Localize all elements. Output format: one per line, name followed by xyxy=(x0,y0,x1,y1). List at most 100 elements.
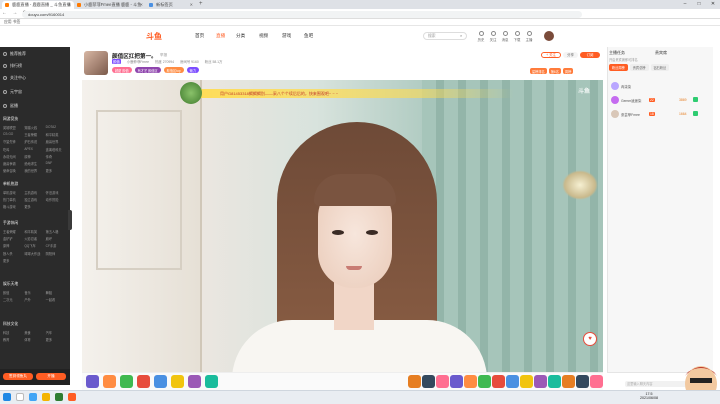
sidebar-item-shark[interactable]: 鲨播 xyxy=(3,103,18,109)
sidebar-category-link[interactable]: 更多 xyxy=(46,337,67,342)
gift-icon[interactable] xyxy=(86,375,99,388)
sidebar-category-link[interactable]: 和平精英 xyxy=(24,229,45,234)
task-view-icon[interactable] xyxy=(29,393,37,401)
sidebar-category-link[interactable]: 二次元 xyxy=(3,297,24,302)
history-icon[interactable]: 历史 xyxy=(476,31,486,42)
nav-category[interactable]: 分类 xyxy=(236,33,245,39)
sidebar-category-link[interactable]: CS:GO xyxy=(3,132,24,137)
chat-input[interactable]: 这里输入聊天内容 xyxy=(625,381,687,387)
sidebar-category-link[interactable]: 第五人格 xyxy=(46,229,67,234)
tab-diamond-fans[interactable]: 钻石粉丝 xyxy=(650,64,670,71)
minimize-icon[interactable]: – xyxy=(678,0,692,9)
sidebar-category-link[interactable]: 崩坏 xyxy=(46,236,67,241)
list-item[interactable]: 张芸菲Fmee 18 1664 xyxy=(611,110,711,120)
gift-icon[interactable] xyxy=(478,375,491,388)
sidebar-category-link[interactable]: 一起看 xyxy=(46,297,67,302)
sidebar-category-link[interactable]: 更多 xyxy=(46,168,67,173)
sidebar-category-link[interactable]: 金铲铲 xyxy=(3,236,24,241)
sidebar-category-link[interactable]: 格斗游戏 xyxy=(3,204,24,209)
sidebar-category-link[interactable]: 户外 xyxy=(24,297,45,302)
sidebar-category-link[interactable]: 穿越火线 xyxy=(24,125,45,130)
start-live-button[interactable]: 开播 xyxy=(36,373,66,380)
rank-badge[interactable]: 周榜 xyxy=(562,68,574,74)
gift-icon[interactable] xyxy=(154,375,167,388)
stream-tag[interactable]: 超甜 颜值 xyxy=(112,67,132,73)
sidebar-collapse-handle[interactable] xyxy=(68,210,72,230)
chrome-icon[interactable] xyxy=(55,393,63,401)
sidebar-category-link[interactable]: CF手游 xyxy=(46,243,67,248)
gift-icon[interactable] xyxy=(103,375,116,388)
file-explorer-icon[interactable] xyxy=(42,393,50,401)
sidebar-category-link[interactable]: 动作冒险 xyxy=(46,197,67,202)
sidebar-category-link[interactable]: 绝地求生 xyxy=(24,161,45,166)
bookmarks-bar[interactable]: 应用 书签 xyxy=(0,19,720,26)
sidebar-category-link[interactable]: 英雄联盟 xyxy=(3,125,24,130)
sidebar-category-link[interactable]: 体育 xyxy=(24,337,45,342)
sidebar-item-follow[interactable]: 关注中心 xyxy=(3,75,26,81)
sidebar-category-link[interactable]: 音乐 xyxy=(24,290,45,295)
gift-icon[interactable] xyxy=(450,375,463,388)
sidebar-section-title[interactable]: 单机热游 xyxy=(3,182,18,187)
sidebar-category-link[interactable]: 火影忍者 xyxy=(24,236,45,241)
list-item[interactable]: Gemm逍遥柒 22 3869 xyxy=(611,96,711,106)
new-tab-icon[interactable]: + xyxy=(199,1,203,7)
share-button[interactable]: 分享 xyxy=(563,52,578,58)
tab-vip-seats[interactable]: 贵宾席 xyxy=(655,50,667,56)
windows-start-icon[interactable] xyxy=(3,393,11,401)
sidebar-category-link[interactable]: 守望先锋 xyxy=(3,139,24,144)
sidebar-category-link[interactable]: 教育 xyxy=(3,337,24,342)
sidebar-category-link[interactable]: 更多 xyxy=(3,258,24,263)
heart-icon[interactable]: ♥ xyxy=(583,332,597,346)
close-icon[interactable]: ✕ xyxy=(190,2,193,7)
gift-icon[interactable] xyxy=(205,375,218,388)
sidebar-category-link[interactable]: 独立游戏 xyxy=(24,197,45,202)
sidebar-category-link[interactable]: DNF xyxy=(46,161,67,166)
search-icon[interactable] xyxy=(16,393,24,401)
gift-icon[interactable] xyxy=(548,375,561,388)
anchor-icon[interactable]: 主播 xyxy=(524,31,534,42)
sidebar-item-rank[interactable]: 排行榜 xyxy=(3,63,22,69)
follow-button[interactable]: + 关注 xyxy=(541,52,561,58)
sidebar-section-title[interactable]: 娱乐天地 xyxy=(3,282,18,287)
browser-tab[interactable]: 鹿鹿直播 - 鹿鹿直播 _ 斗鱼直播 ✕ xyxy=(2,1,74,9)
sidebar-category-link[interactable]: 狼人杀 xyxy=(3,251,24,256)
gift-icon[interactable] xyxy=(188,375,201,388)
stream-tag[interactable]: 魅力 xyxy=(186,67,200,73)
browser-tab[interactable]: 小鹿菲菲Fmee直播 鹿鹿 - 斗鱼 ✕ xyxy=(74,1,146,9)
sidebar-category-link[interactable]: 原神 xyxy=(24,154,45,159)
nav-fishbar[interactable]: 鱼吧 xyxy=(304,33,313,39)
sidebar-category-link[interactable]: 科技 xyxy=(3,330,24,335)
subscribe-button[interactable]: 订阅 xyxy=(580,52,600,58)
rank-badge[interactable]: 第6名 xyxy=(548,68,561,74)
message-icon[interactable]: 消息 xyxy=(500,31,510,42)
tab-vip-total[interactable]: 贵宾总榜 xyxy=(629,64,649,71)
browser-tab[interactable]: 新标签页 ✕ xyxy=(146,1,196,9)
checkin-button[interactable]: 签到领鱼丸 xyxy=(3,373,33,380)
report-link[interactable]: 举报 xyxy=(160,53,167,58)
sidebar-category-link[interactable]: APEX xyxy=(24,147,45,152)
stream-tag[interactable]: 颜值区top xyxy=(163,67,184,73)
gift-icon[interactable] xyxy=(576,375,589,388)
download-icon[interactable]: 下载 xyxy=(512,31,522,42)
sidebar-category-link[interactable]: DOTA2 xyxy=(46,125,67,130)
sidebar-category-link[interactable]: 我的世界 xyxy=(24,168,45,173)
nav-live[interactable]: 直播 xyxy=(216,33,225,39)
douyu-app-icon[interactable] xyxy=(68,393,76,401)
broadcast-banner[interactable]: 用户G81453318蝎蝎蝎别——采八个个续后后的，快来围观吧~ ~ ~ xyxy=(194,89,514,98)
nav-video[interactable]: 视频 xyxy=(259,33,268,39)
gift-icon[interactable] xyxy=(408,375,421,388)
video-player[interactable]: 用户G81453318蝎蝎蝎别——采八个个续后后的，快来围观吧~ ~ ~ 斗鱼 … xyxy=(82,80,603,372)
gift-icon[interactable] xyxy=(590,375,603,388)
url-field[interactable]: douyu.com/9160014 xyxy=(22,10,582,18)
sidebar-section-title[interactable]: 手游休闲 xyxy=(3,221,18,226)
douyu-logo[interactable]: 斗鱼 xyxy=(146,31,162,42)
gift-icon[interactable] xyxy=(436,375,449,388)
sidebar-category-link[interactable]: 怀旧游戏 xyxy=(46,190,67,195)
close-window-icon[interactable]: ✕ xyxy=(706,0,720,9)
sidebar-category-link[interactable]: 炉石传说 xyxy=(24,139,45,144)
sidebar-category-link[interactable]: 热门单机 xyxy=(3,197,24,202)
sidebar-category-link[interactable]: 球球大作战 xyxy=(24,251,45,256)
sidebar-category-link[interactable]: 魔兽世界 xyxy=(46,139,67,144)
sidebar-category-link[interactable]: 原神 xyxy=(3,243,24,248)
nav-game[interactable]: 游戏 xyxy=(282,33,291,39)
